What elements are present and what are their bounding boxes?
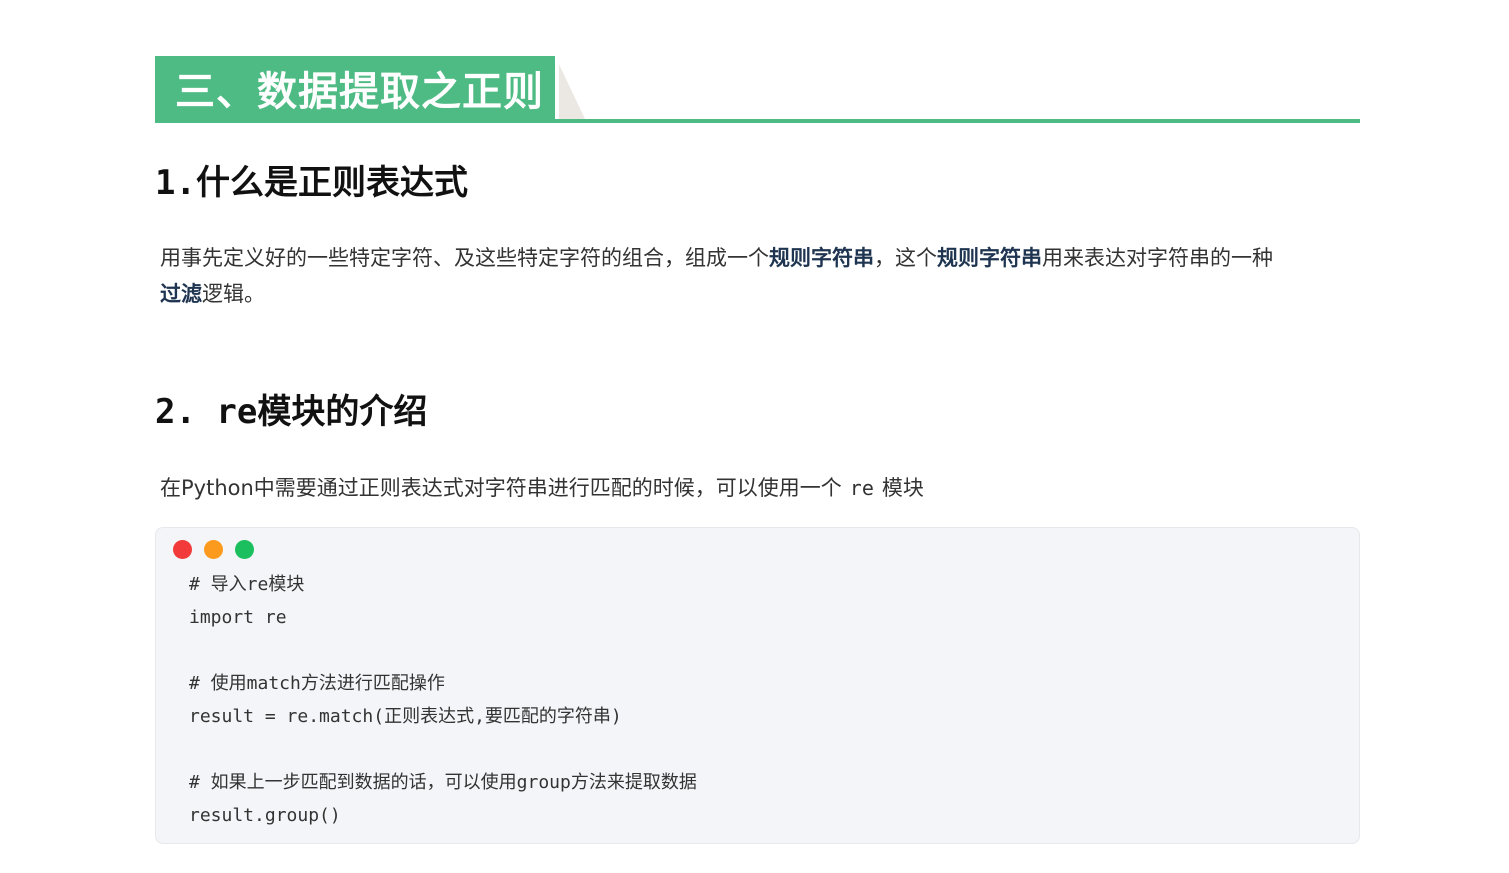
regex-definition-paragraph: 用事先定义好的一些特定字符、及这些特定字符的组合，组成一个规则字符串，这个规则字… (160, 240, 1360, 312)
text-segment: 逻辑。 (202, 282, 265, 306)
heading-number: 2. (155, 392, 217, 432)
text-segment: 用事先定义好的一些特定字符、及这些特定字符的组合，组成一个 (160, 246, 769, 270)
folded-corner-decoration (555, 56, 585, 119)
section-title-box: 三、数据提取之正则 (155, 56, 555, 119)
red-dot-icon (173, 540, 192, 559)
bold-term: 规则字符串 (769, 246, 874, 270)
code-block[interactable]: # 导入re模块 import re # 使用match方法进行匹配操作 res… (155, 527, 1360, 844)
orange-dot-icon (204, 540, 223, 559)
green-dot-icon (235, 540, 254, 559)
code-lines: # 导入re模块 import re # 使用match方法进行匹配操作 res… (189, 568, 697, 832)
code-line: result = re.match(正则表达式,要匹配的字符串) (189, 706, 622, 727)
section-underline (155, 119, 1360, 123)
code-line: result.group() (189, 805, 341, 826)
heading-number: 1. (155, 163, 196, 203)
bold-term: 规则字符串 (937, 246, 1042, 270)
heading-text: 什么是正则表达式 (195, 163, 468, 203)
bold-term: 过滤 (160, 282, 202, 306)
heading-text: re模块的介绍 (216, 392, 428, 432)
re-intro-paragraph: 在Python中需要通过正则表达式对字符串进行匹配的时候，可以使用一个 re 模块 (160, 470, 1360, 506)
text-segment: 模块 (881, 476, 924, 500)
text-segment: 用来表达对字符串的一种 (1042, 246, 1273, 270)
section-header: 三、数据提取之正则 (155, 56, 1360, 123)
text-segment: 在Python中需要通过正则表达式对字符串进行匹配的时候，可以使用一个 (160, 476, 842, 500)
code-line: # 导入re模块 (189, 574, 305, 595)
code-line: # 使用match方法进行匹配操作 (189, 673, 445, 694)
window-dots (173, 540, 254, 559)
code-line: # 如果上一步匹配到数据的话，可以使用group方法来提取数据 (189, 772, 697, 793)
inline-code-re: re (849, 476, 874, 500)
heading-re-module: 2. re模块的介绍 (155, 395, 427, 429)
text-segment: ，这个 (874, 246, 937, 270)
code-line: import re (189, 607, 287, 628)
folded-corner-edge (555, 56, 559, 119)
section-title: 三、数据提取之正则 (175, 68, 544, 115)
heading-what-is-regex: 1.什么是正则表达式 (155, 166, 468, 200)
